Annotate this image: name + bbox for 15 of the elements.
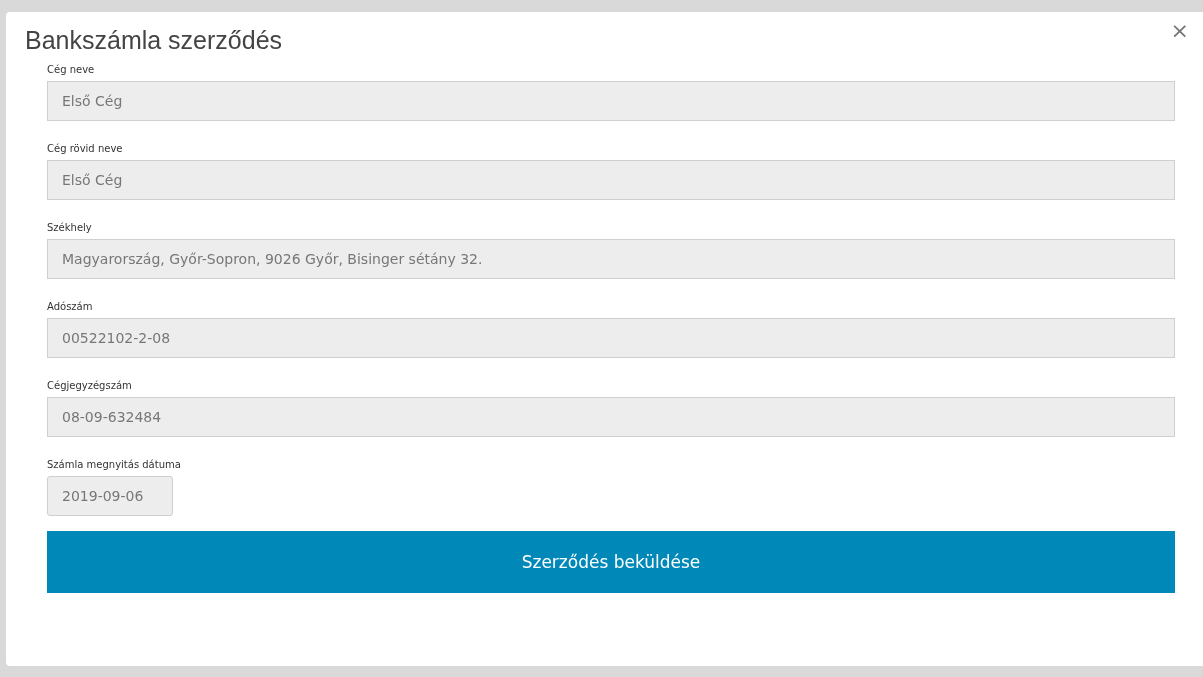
field-label: Cég neve (47, 63, 96, 76)
field-label: Székhely (47, 221, 93, 234)
input-field[interactable]: Magyarország, Győr-Sopron, 9026 Győr, Bisinger sétány 32. (47, 239, 1175, 279)
field-label: Adószám (47, 300, 94, 313)
field-label: Cégjegyzégszám (47, 379, 133, 392)
input-field[interactable]: 00522102-2-08 (47, 318, 1175, 358)
input-field[interactable]: 08-09-632484 (47, 397, 1175, 437)
field-label: Cég rövid neve (47, 142, 124, 155)
date-field[interactable]: 2019-09-06 (47, 476, 173, 516)
close-button[interactable]: × (1166, 18, 1193, 43)
input-field[interactable]: Első Cég (47, 160, 1175, 200)
field-label: Számla megnyitás dátuma (47, 458, 182, 471)
input-field[interactable]: Első Cég (47, 81, 1175, 121)
submit-button[interactable]: Szerződés beküldése (47, 531, 1175, 593)
dialog-title: Bankszámla szerződés (25, 26, 284, 55)
